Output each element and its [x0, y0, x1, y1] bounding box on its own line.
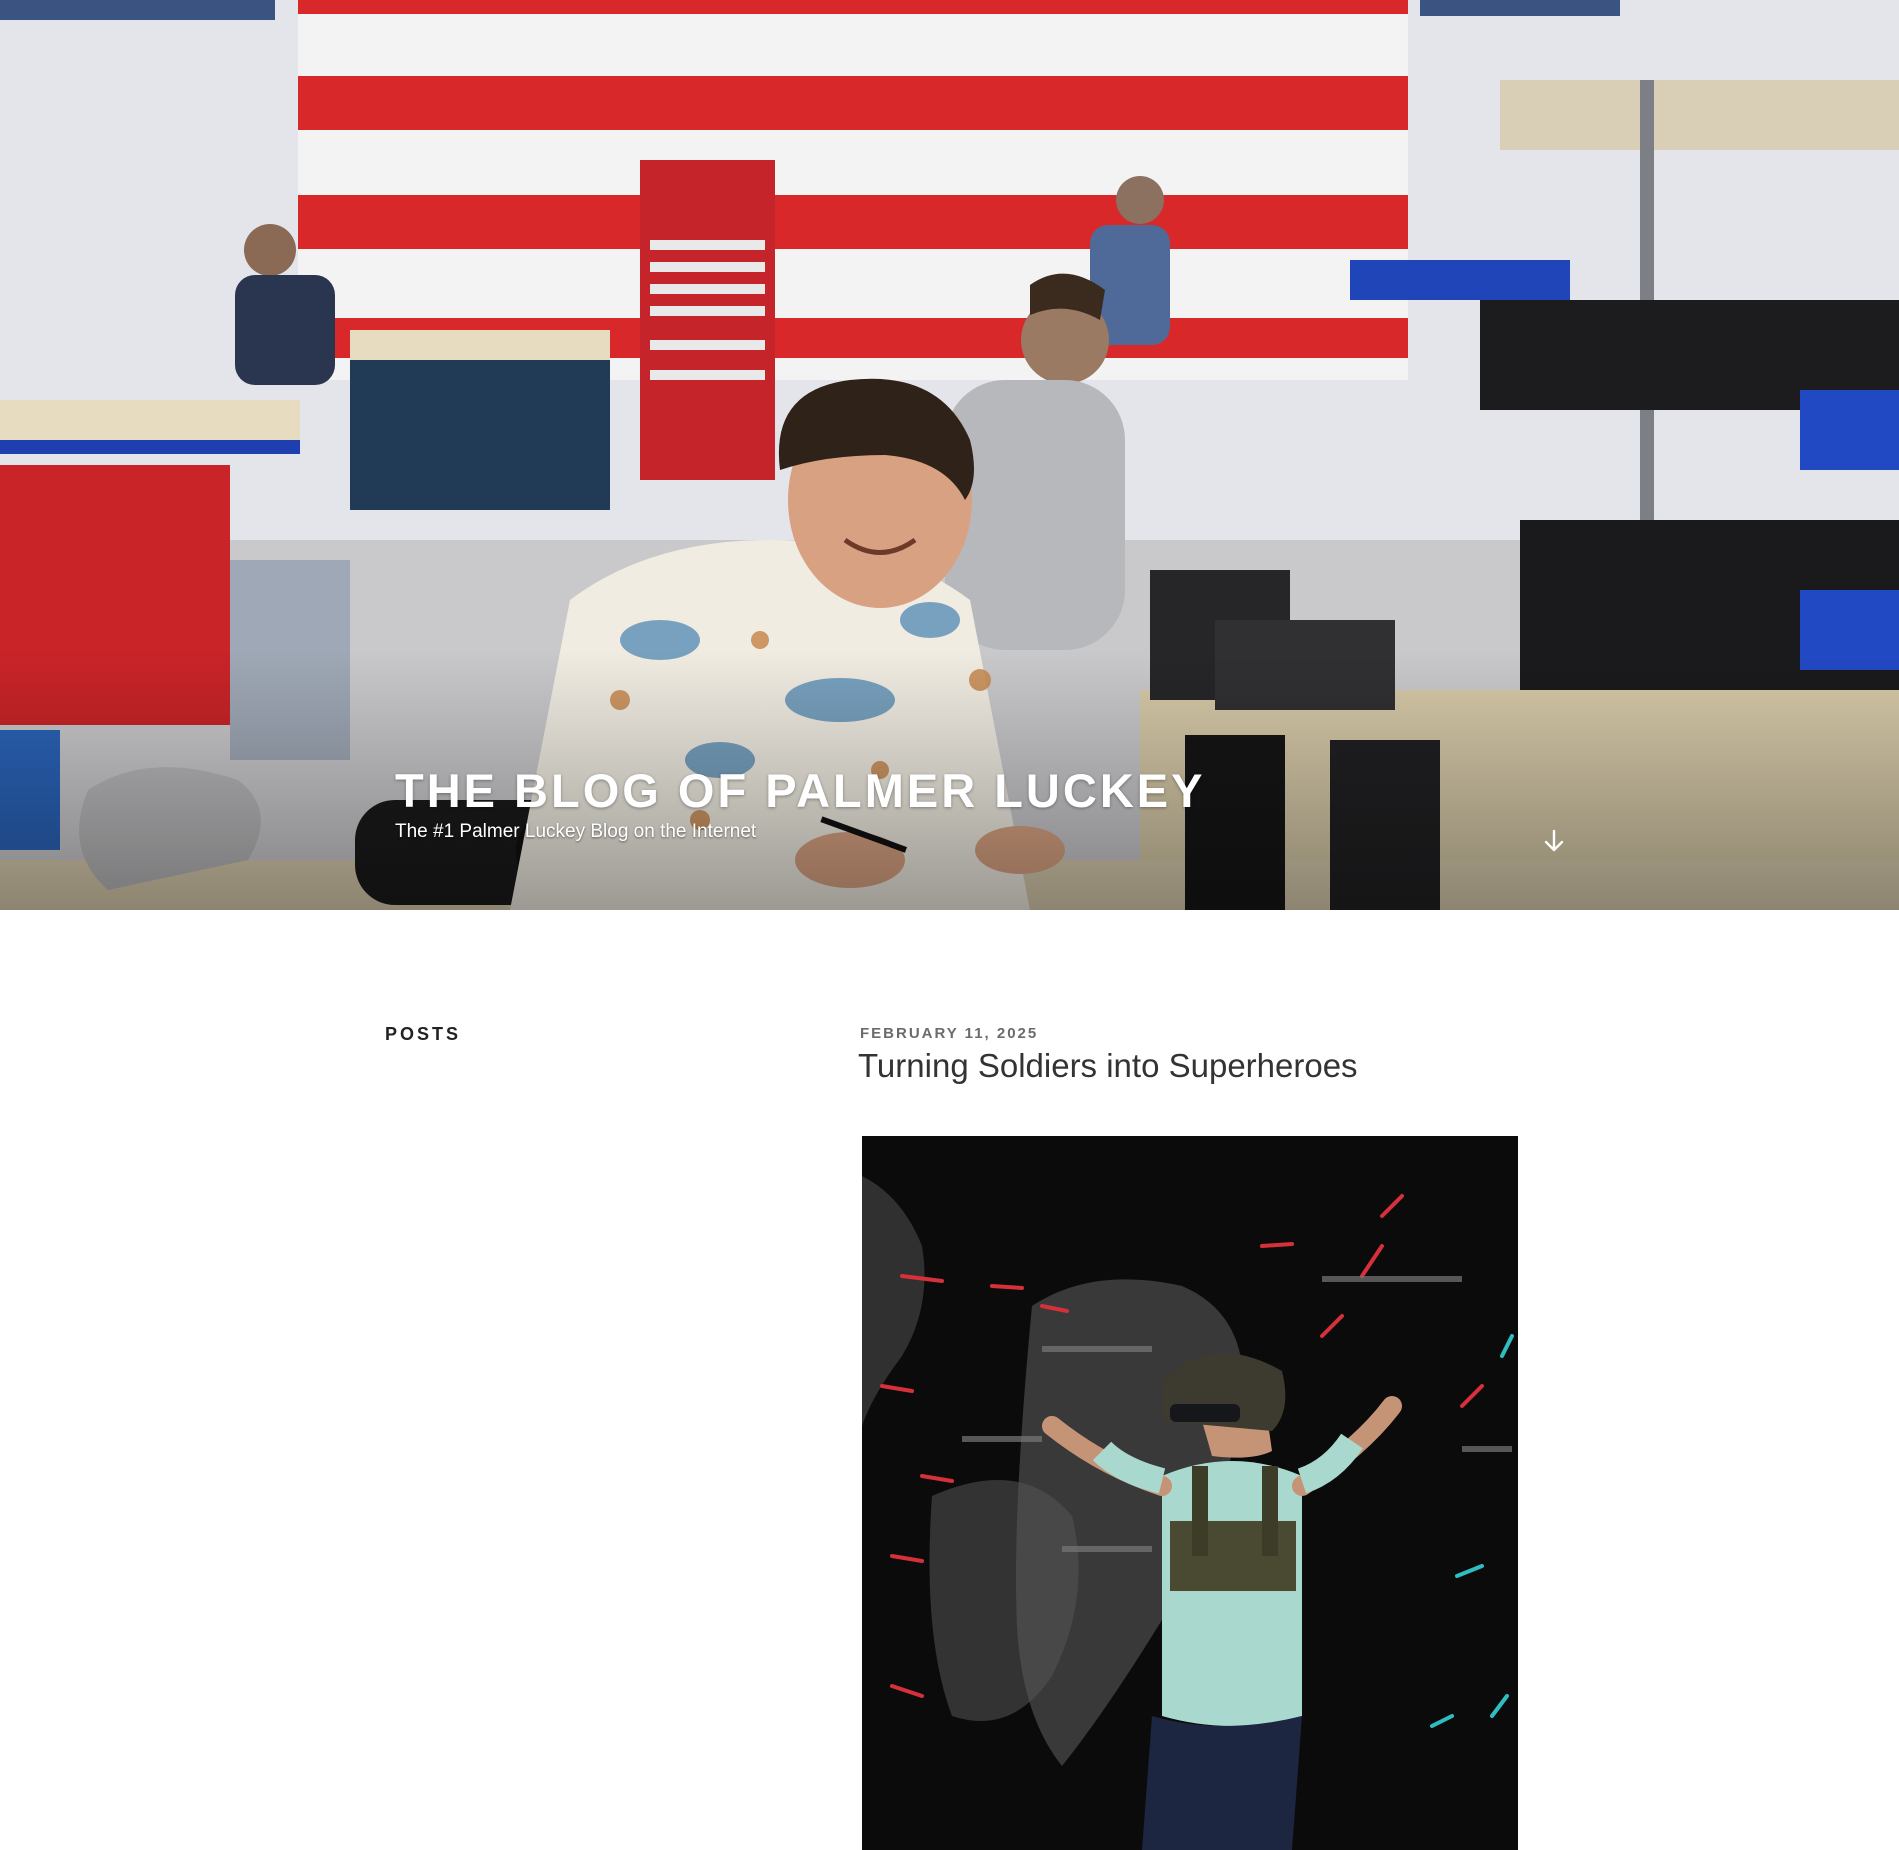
page: THE BLOG OF PALMER LUCKEY The #1 Palmer … [0, 0, 1899, 1850]
post-title-link[interactable]: Turning Soldiers into Superheroes [858, 1047, 1358, 1085]
posts-heading: POSTS [385, 1024, 462, 1044]
post-date[interactable]: FEBRUARY 11, 2025 [860, 1025, 1038, 1042]
site-header: THE BLOG OF PALMER LUCKEY The #1 Palmer … [0, 0, 1899, 910]
site-description: The #1 Palmer Luckey Blog on the Interne… [395, 821, 757, 842]
arrow-down-icon[interactable] [1538, 825, 1570, 857]
featured-image-vr-soldier [862, 1136, 1518, 1850]
site-content: POSTS FEBRUARY 11, 2025 Turning Soldiers… [0, 910, 1899, 1850]
site-title[interactable]: THE BLOG OF PALMER LUCKEY [395, 763, 1205, 819]
site-branding: THE BLOG OF PALMER LUCKEY The #1 Palmer … [395, 763, 1205, 843]
featured-image[interactable] [862, 1136, 1518, 1850]
